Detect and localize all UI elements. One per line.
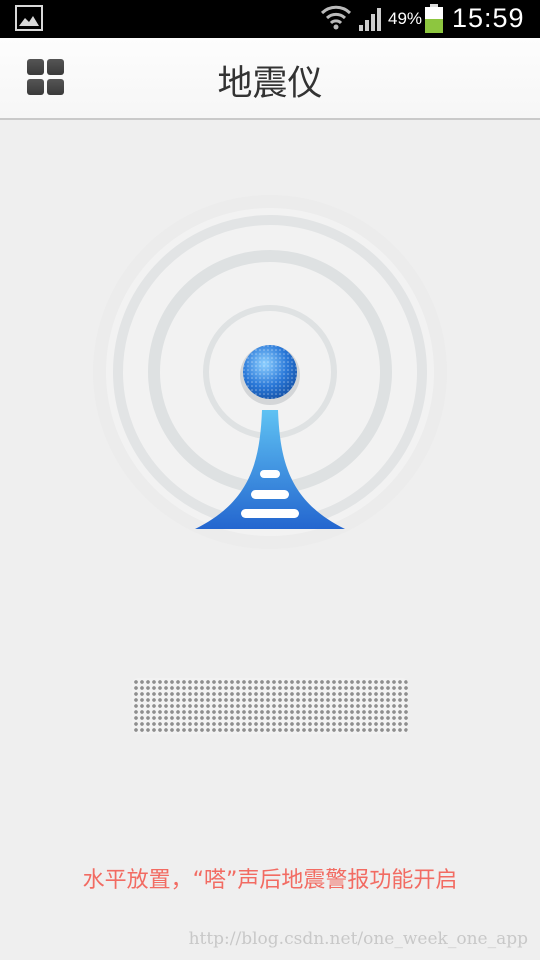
battery-percent: 49% (388, 9, 423, 28)
battery-icon (425, 4, 443, 33)
speaker-grill (132, 678, 408, 734)
gallery-icon (15, 5, 43, 31)
page-title: 地震仪 (217, 64, 323, 104)
signal-icon (359, 8, 381, 31)
watermark: http://blog.csdn.net/one_week_one_app (188, 929, 528, 949)
status-bar: 49% 15:59 (0, 0, 540, 38)
wifi-icon (320, 5, 352, 30)
hint-text: 水平放置，“嗒”声后地震警报功能开启 (82, 868, 458, 893)
seismometer-antenna-icon (93, 195, 447, 549)
title-bar: 地震仪 (0, 38, 540, 120)
clock: 15:59 (452, 3, 525, 33)
